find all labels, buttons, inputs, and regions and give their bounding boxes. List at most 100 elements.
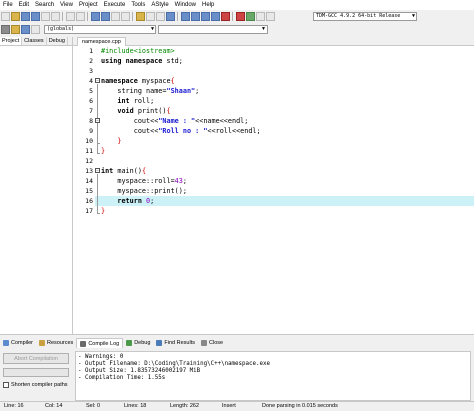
compile-log-icon: [80, 340, 87, 347]
shorten-paths-checkbox[interactable]: [3, 382, 9, 388]
syntax-check-icon[interactable]: [266, 12, 275, 21]
redo-icon[interactable]: [76, 12, 85, 21]
menu-project[interactable]: Project: [79, 2, 98, 8]
find-next-icon[interactable]: [111, 12, 120, 21]
rebuild-icon[interactable]: [211, 12, 220, 21]
save-icon[interactable]: [21, 12, 30, 21]
close-icon: [201, 340, 207, 346]
tab-close[interactable]: Close: [198, 338, 226, 348]
line-number-gutter: 1 2 3 4 5 6 7 8 9 10 11 12 13 14 15 16 1…: [73, 46, 95, 334]
goto-line-icon[interactable]: [121, 12, 130, 21]
menu-view[interactable]: View: [60, 2, 73, 8]
menu-astyle[interactable]: AStyle: [151, 2, 168, 8]
compile-run-icon[interactable]: [201, 12, 210, 21]
stop-icon[interactable]: [236, 12, 245, 21]
chevron-down-icon: ▼: [150, 26, 154, 32]
open-folder-icon[interactable]: [11, 12, 20, 21]
status-message: Done parsing in 0.015 seconds: [262, 403, 338, 409]
chevron-down-icon: ▼: [411, 13, 415, 19]
editor-tabs: namespace.cpp: [73, 37, 474, 46]
line-number: 15: [85, 187, 93, 195]
compiler-select[interactable]: TDM-GCC 4.9.2 64-bit Release ▼: [313, 12, 417, 21]
menu-file[interactable]: File: [3, 2, 13, 8]
compile-icon[interactable]: [181, 12, 190, 21]
resources-icon: [39, 340, 46, 346]
replace-icon[interactable]: [101, 12, 110, 21]
remove-from-project-icon[interactable]: [156, 12, 165, 21]
insert-icon[interactable]: [1, 25, 10, 34]
menu-search[interactable]: Search: [35, 2, 54, 8]
menu-window[interactable]: Window: [175, 2, 196, 8]
tab-classes[interactable]: Classes: [22, 37, 47, 45]
fold-toggle-icon[interactable]: −: [95, 168, 100, 173]
toolbar-separator: [87, 12, 88, 21]
fold-toggle-icon[interactable]: −: [95, 118, 100, 123]
tab-debug-bottom[interactable]: Debug: [123, 338, 153, 348]
code-line: }: [117, 137, 122, 145]
line-number: 9: [89, 127, 93, 135]
left-panel-tabs: Project Classes Debug: [0, 37, 72, 46]
code-line: #include<iostream>: [101, 47, 175, 55]
line-number: 5: [89, 87, 93, 95]
member-select[interactable]: ▼: [158, 25, 268, 34]
project-icon[interactable]: [136, 12, 145, 21]
compile-progress-bar: [3, 368, 69, 377]
line-number: 13: [85, 167, 93, 175]
toolbar-separator: [177, 12, 178, 21]
find-icon[interactable]: [91, 12, 100, 21]
code-line: using namespace std;: [101, 57, 183, 65]
line-number: 7: [89, 107, 93, 115]
chevron-down-icon: ▼: [261, 26, 266, 32]
menu-tools[interactable]: Tools: [131, 2, 145, 8]
code-line: myspace::print();: [117, 187, 187, 195]
code-line: cout<<"Name : "<<name<<endl;: [133, 117, 249, 125]
menu-execute[interactable]: Execute: [104, 2, 126, 8]
menu-help[interactable]: Help: [202, 2, 214, 8]
profile-icon[interactable]: [246, 12, 255, 21]
project-options-icon[interactable]: [166, 12, 175, 21]
line-number: 3: [89, 67, 93, 75]
tab-label: Resources: [47, 340, 74, 346]
bottom-panel: Compiler Resources Compile Log Debug Fin…: [0, 334, 474, 401]
compiler-select-value: TDM-GCC 4.9.2 64-bit Release: [316, 13, 401, 19]
status-length: Length: 262: [170, 403, 200, 409]
new-file-icon[interactable]: [1, 12, 10, 21]
shorten-paths-option[interactable]: Shorten compiler paths: [3, 382, 68, 388]
scope-select[interactable]: (globals) ▼: [44, 25, 156, 34]
tab-namespace-cpp[interactable]: namespace.cpp: [77, 37, 126, 46]
close-file-icon[interactable]: [41, 12, 50, 21]
code-line: }: [101, 207, 106, 215]
toggle-comment-icon[interactable]: [31, 25, 40, 34]
bottom-panel-tabs: Compiler Resources Compile Log Debug Fin…: [0, 338, 226, 348]
code-editor[interactable]: 1 2 3 4 5 6 7 8 9 10 11 12 13 14 15 16 1…: [73, 46, 474, 334]
debug-icon[interactable]: [221, 12, 230, 21]
status-mode: Insert: [222, 403, 236, 409]
tab-find-results[interactable]: Find Results: [153, 338, 198, 348]
tab-project[interactable]: Project: [0, 37, 23, 45]
status-sel: Sel: 0: [86, 403, 101, 409]
goto-bookmark-icon[interactable]: [21, 25, 30, 34]
save-all-icon[interactable]: [31, 12, 40, 21]
print-icon[interactable]: [51, 12, 60, 21]
line-number: 2: [89, 57, 93, 65]
line-number: 8: [89, 117, 93, 125]
abort-compilation-button[interactable]: Abort Compilation: [3, 353, 69, 364]
run-icon[interactable]: [191, 12, 200, 21]
tab-compile-log[interactable]: Compile Log: [76, 338, 124, 348]
debug-check-icon: [126, 340, 133, 346]
add-to-project-icon[interactable]: [146, 12, 155, 21]
code-line: string name="Shaan";: [117, 87, 200, 95]
undo-icon[interactable]: [66, 12, 75, 21]
code-line: myspace::roll=43;: [117, 177, 187, 185]
bookmark-icon[interactable]: [11, 25, 20, 34]
delete-profile-icon[interactable]: [256, 12, 265, 21]
tab-debug[interactable]: Debug: [47, 37, 68, 45]
menu-edit[interactable]: Edit: [19, 2, 29, 8]
line-number: 17: [85, 207, 93, 215]
code-line: int roll;: [117, 97, 155, 105]
fold-toggle-icon[interactable]: −: [95, 78, 100, 83]
tab-compiler[interactable]: Compiler: [0, 338, 36, 348]
line-number: 16: [85, 197, 93, 205]
compile-log-output[interactable]: - Warnings: 0- Output Filename: D:\Codin…: [75, 351, 471, 401]
tab-resources[interactable]: Resources: [36, 338, 76, 348]
